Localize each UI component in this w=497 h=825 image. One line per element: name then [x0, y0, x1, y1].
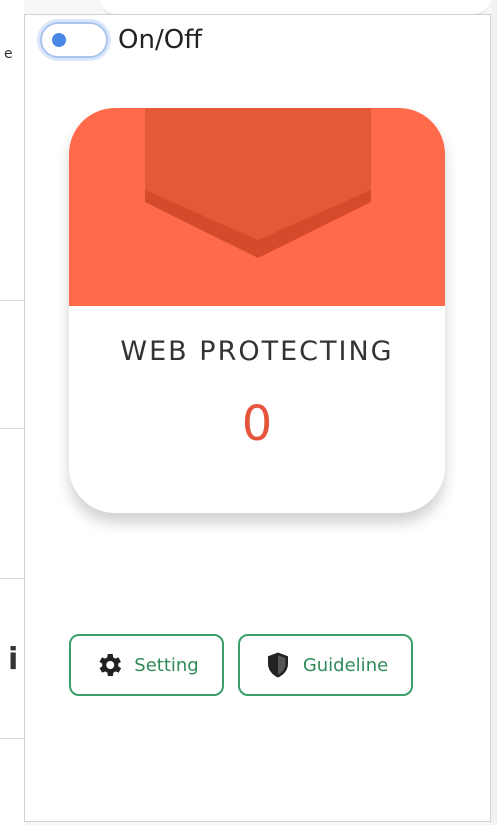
card-header — [69, 108, 445, 306]
shield-icon — [145, 108, 371, 258]
guideline-button-label: Guideline — [302, 654, 389, 676]
setting-button[interactable]: Setting — [69, 634, 224, 696]
background-divider — [0, 578, 24, 579]
shield-icon — [263, 650, 293, 680]
background-page — [0, 0, 24, 825]
on-off-toggle[interactable] — [40, 22, 108, 58]
protected-count: 0 — [241, 396, 273, 452]
setting-button-label: Setting — [134, 654, 199, 676]
guideline-button[interactable]: Guideline — [238, 634, 413, 696]
background-text-fragment: e — [4, 46, 13, 62]
background-page-right — [491, 0, 497, 825]
background-divider — [0, 300, 24, 301]
page: e i On/Off WEB PROTECTING 0 Setting Guid… — [0, 0, 497, 825]
toggle-knob — [52, 33, 66, 47]
web-protecting-card: WEB PROTECTING 0 — [69, 108, 445, 513]
card-title: WEB PROTECTING — [120, 336, 394, 367]
gear-icon — [94, 650, 124, 680]
background-divider — [0, 738, 24, 739]
toggle-label: On/Off — [118, 25, 203, 55]
background-text-fragment: i — [8, 642, 19, 677]
background-divider — [0, 428, 24, 429]
toggle-row: On/Off — [40, 22, 202, 58]
